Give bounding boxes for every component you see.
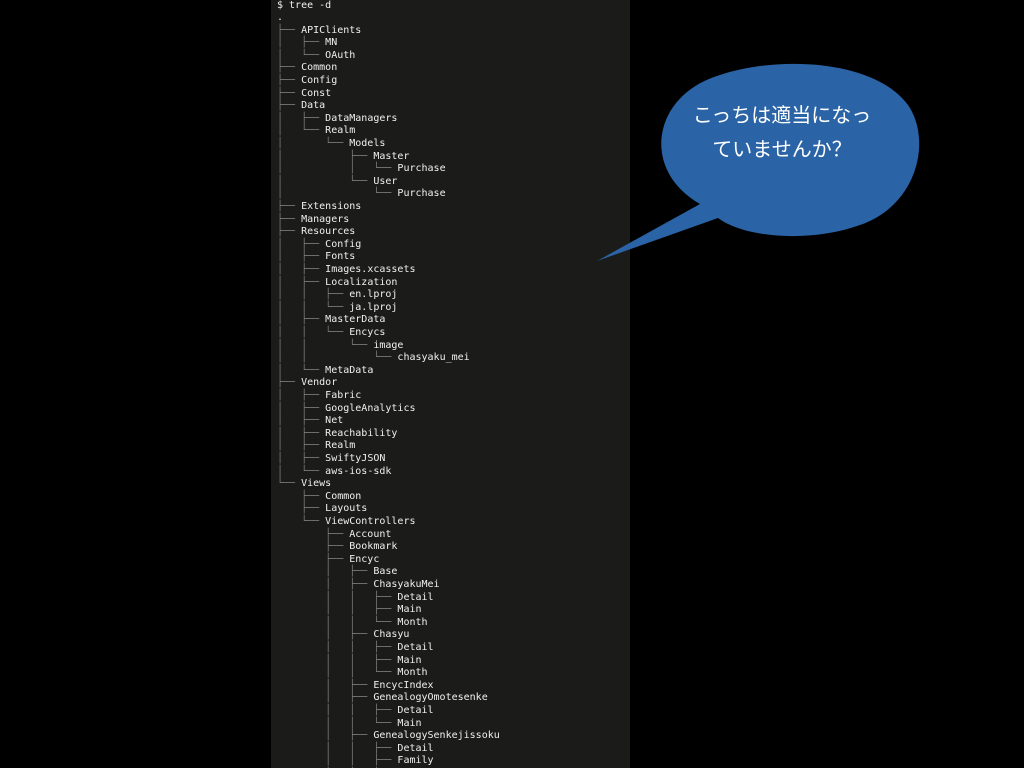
speech-bubble-line-1: こっちは適当になっ (692, 103, 872, 127)
speech-bubble-text: こっちは適当になっ ていませんか？ (658, 98, 906, 166)
speech-bubble-line-2: ていませんか？ (712, 137, 852, 161)
